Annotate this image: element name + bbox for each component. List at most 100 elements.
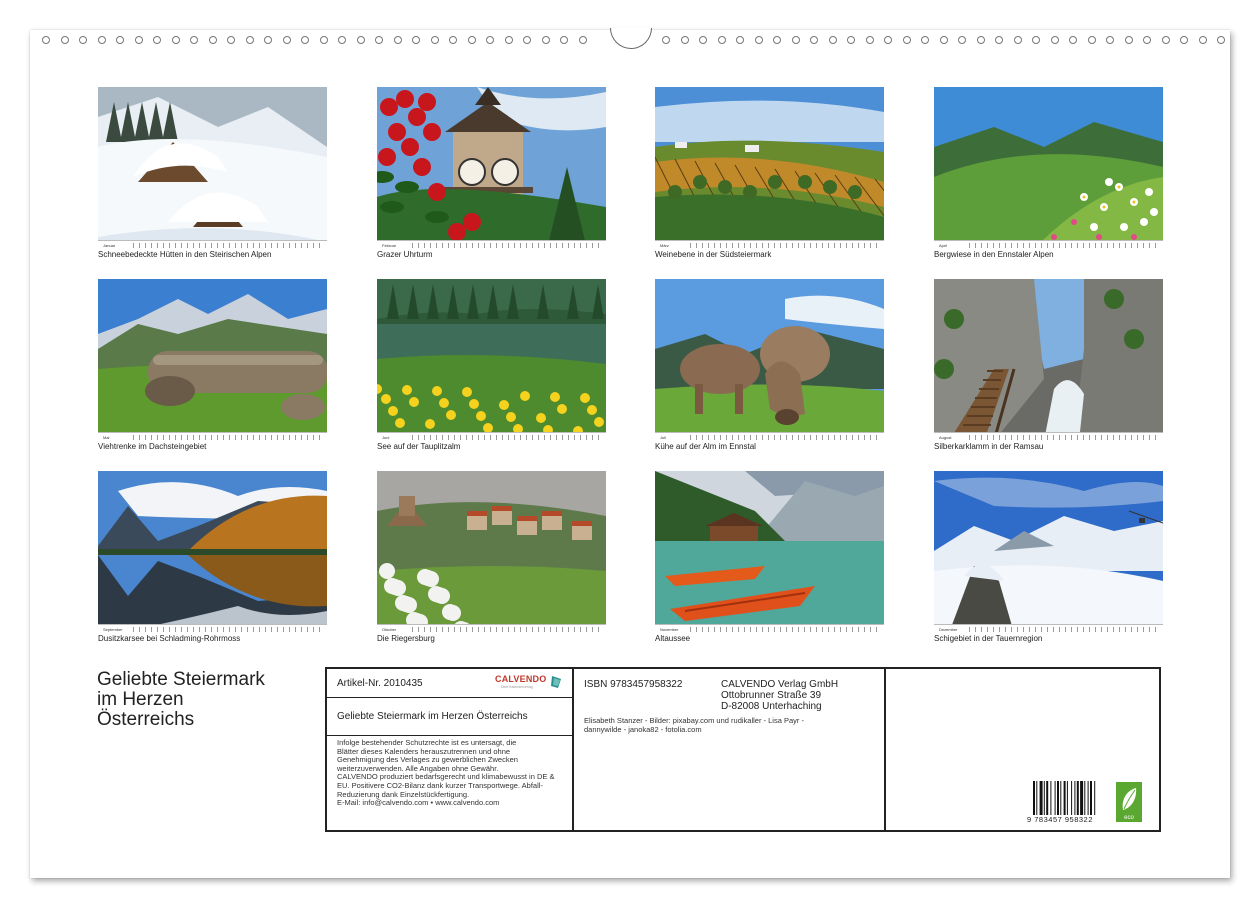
strip-month-label: Juli <box>660 434 667 440</box>
binding-ring <box>116 36 124 44</box>
month-photo <box>377 279 606 441</box>
strip-day-cells <box>969 434 1160 440</box>
binding-ring <box>1088 36 1096 44</box>
month-caption: Viehtrenke im Dachsteingebiet <box>98 442 207 451</box>
strip-month-label: Oktober <box>382 626 397 632</box>
strip-month-label: Mai <box>103 434 110 440</box>
calendar-day-strip: Mai <box>98 432 327 441</box>
binding-ring <box>921 36 929 44</box>
binding-ring <box>320 36 328 44</box>
strip-day-cells <box>969 242 1160 248</box>
binding-ring <box>1069 36 1077 44</box>
strip-day-cells <box>412 242 603 248</box>
calvendo-logo-tagline: Dein Kalenderverlag <box>501 685 533 689</box>
binding-ring <box>190 36 198 44</box>
strip-month-label: März <box>660 242 669 248</box>
title-line-2: im Herzen <box>97 689 184 710</box>
calendar-title: Geliebte Steiermark im Herzen Österreich… <box>97 670 265 730</box>
binding-ring <box>264 36 272 44</box>
binding-ring <box>699 36 707 44</box>
calvendo-logo-text: CALVENDO <box>495 674 547 684</box>
month-thumbnail: Juni <box>377 279 606 441</box>
calendar-day-strip: Januar <box>98 240 327 249</box>
article-row: Artikel-Nr. 2010435 CALVENDO Dein Kalend… <box>327 669 572 698</box>
binding-ring <box>1217 36 1225 44</box>
binding-ring <box>829 36 837 44</box>
binding-ring <box>1106 36 1114 44</box>
month-thumbnail: Dezember <box>934 471 1163 633</box>
product-title: Geliebte Steiermark im Herzen Österreich… <box>337 711 528 722</box>
info-column-middle: ISBN 9783457958322 CALVENDO Verlag GmbH … <box>574 669 886 830</box>
binding-ring <box>227 36 235 44</box>
product-title-row: Geliebte Steiermark im Herzen Österreich… <box>327 698 572 736</box>
binding-ring <box>394 36 402 44</box>
month-caption: Weinebene in der Südsteiermark <box>655 250 772 259</box>
binding-ring <box>486 36 494 44</box>
month-thumbnail: April <box>934 87 1163 249</box>
binding-ring <box>773 36 781 44</box>
strip-day-cells <box>133 242 324 248</box>
binding-ring <box>61 36 69 44</box>
publisher-street: Ottobrunner Straße 39 <box>721 690 822 701</box>
calendar-day-strip: August <box>934 432 1163 441</box>
binding-ring <box>431 36 439 44</box>
calendar-day-strip: November <box>655 624 884 633</box>
binding-ring <box>153 36 161 44</box>
article-number: Artikel-Nr. 2010435 <box>337 678 423 689</box>
binding-ring <box>681 36 689 44</box>
strip-day-cells <box>412 626 603 632</box>
calendar-day-strip: September <box>98 624 327 633</box>
month-thumbnail: August <box>934 279 1163 441</box>
binding-ring <box>866 36 874 44</box>
binding-ring <box>505 36 513 44</box>
barcode-number: 9 783457 958322 <box>1027 815 1093 824</box>
month-thumbnail: Oktober <box>377 471 606 633</box>
binding-ring <box>1014 36 1022 44</box>
binding-ring <box>1051 36 1059 44</box>
month-thumbnail: März <box>655 87 884 249</box>
month-thumbnail: Januar <box>98 87 327 249</box>
product-info-box: Artikel-Nr. 2010435 CALVENDO Dein Kalend… <box>325 667 1161 832</box>
binding-ring <box>283 36 291 44</box>
binding-ring <box>1125 36 1133 44</box>
calvendo-logo: CALVENDO Dein Kalenderverlag <box>495 673 563 693</box>
strip-day-cells <box>133 434 324 440</box>
binding-ring <box>209 36 217 44</box>
binding-ring <box>1032 36 1040 44</box>
binding-ring <box>995 36 1003 44</box>
strip-day-cells <box>690 434 881 440</box>
barcode-icon <box>1033 781 1096 815</box>
strip-day-cells <box>412 434 603 440</box>
binding-ring <box>755 36 763 44</box>
month-photo <box>98 87 327 249</box>
binding-ring <box>449 36 457 44</box>
title-line-3: Österreichs <box>97 709 195 730</box>
binding-ring <box>412 36 420 44</box>
binding-ring <box>1199 36 1207 44</box>
strip-month-label: Januar <box>103 242 116 248</box>
binding-ring <box>579 36 587 44</box>
month-photo <box>98 471 327 633</box>
publisher-name: CALVENDO Verlag GmbH <box>721 679 839 690</box>
strip-month-label: April <box>939 242 948 248</box>
binding-ring <box>542 36 550 44</box>
binding-ring <box>736 36 744 44</box>
calendar-day-strip: April <box>934 240 1163 249</box>
month-caption: Altaussee <box>655 634 691 643</box>
calendar-back-page: Januar Schneebedeckte Hütten in den Steir… <box>30 28 1230 878</box>
info-column-left: Artikel-Nr. 2010435 CALVENDO Dein Kalend… <box>327 669 574 830</box>
calendar-day-strip: Oktober <box>377 624 606 633</box>
binding-ring <box>810 36 818 44</box>
strip-day-cells <box>690 626 881 632</box>
binding-ring <box>792 36 800 44</box>
binding-ring <box>135 36 143 44</box>
strip-month-label: Februar <box>382 242 397 248</box>
legal-notice: Infolge bestehender Schutzrechte ist es … <box>337 738 569 808</box>
publisher-address: CALVENDO Verlag GmbH Ottobrunner Straße … <box>721 679 838 712</box>
binding-ring <box>1162 36 1170 44</box>
month-photo <box>377 87 606 249</box>
month-thumbnail: September <box>98 471 327 633</box>
month-photo <box>655 471 884 633</box>
binding-ring <box>172 36 180 44</box>
binding-ring <box>884 36 892 44</box>
